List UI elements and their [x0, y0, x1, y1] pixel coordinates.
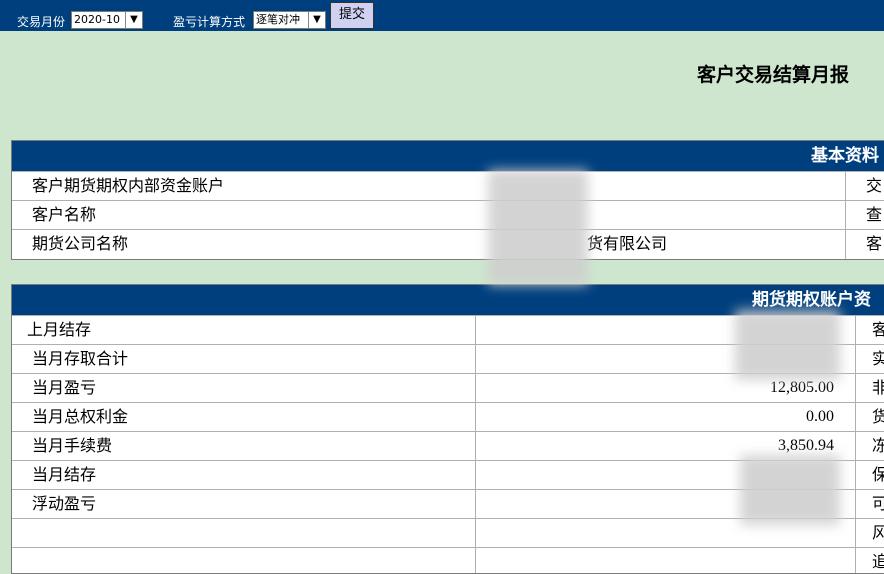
chevron-down-icon[interactable]: ▼ [125, 12, 142, 28]
row-right: 风 [872, 519, 884, 547]
table-row: 客户期货期权内部资金账户 交 [12, 171, 884, 201]
row-label: 浮动盈亏 [32, 494, 97, 513]
row-right: 保 [872, 461, 884, 489]
row-label: 上月结存 [27, 320, 92, 339]
redaction-blur [488, 170, 588, 285]
row-label: 客户名称 [32, 205, 97, 224]
row-right: 追 [872, 548, 884, 573]
method-select[interactable]: 逐笔对冲 ▼ [253, 11, 326, 29]
basic-info-table: 基本资料 客户期货期权内部资金账户 交 客户名称 查 期货公司名称 货有限公司 … [11, 140, 884, 260]
row-right: 冻 [872, 432, 884, 460]
month-label: 交易月份 [17, 15, 66, 29]
basic-info-title: 基本资料 [811, 146, 879, 166]
row-label: 客户期货期权内部资金账户 [32, 176, 225, 195]
row-value [482, 548, 834, 573]
month-value: 2020-10 [74, 13, 120, 26]
row-right: 实 [872, 345, 884, 373]
row-right: 客 [872, 316, 884, 344]
report-title: 客户交易结算月报 [697, 64, 850, 86]
method-value: 逐笔对冲 [256, 13, 300, 26]
table-row: 当月总权利金 0.00 货 [12, 402, 884, 432]
row-right: 客 [866, 234, 883, 253]
row-label: 当月盈亏 [32, 378, 97, 397]
toolbar: 交易月份 2020-10 ▼ 盈亏计算方式 逐笔对冲 ▼ 提交 [0, 0, 884, 31]
row-label: 期货公司名称 [32, 234, 129, 253]
row-right: 交 [866, 176, 883, 195]
submit-button[interactable]: 提交 [330, 2, 374, 29]
table-row: 追 [12, 547, 884, 573]
month-select[interactable]: 2020-10 ▼ [71, 11, 143, 29]
chevron-down-icon[interactable]: ▼ [308, 12, 325, 28]
row-right: 可 [872, 490, 884, 518]
redaction-blur [740, 455, 840, 525]
row-label: 当月结存 [32, 465, 97, 484]
table-row: 期货公司名称 货有限公司 客 [12, 229, 884, 259]
table-row: 客户名称 查 [12, 200, 884, 230]
row-value: 0.00 [806, 408, 834, 425]
row-value: 货有限公司 [587, 234, 668, 253]
basic-info-header: 基本资料 [12, 141, 884, 171]
row-right: 非 [872, 374, 884, 402]
row-right: 货 [872, 403, 884, 431]
row-right: 查 [866, 205, 883, 224]
redaction-blur [735, 310, 840, 380]
row-label: 当月手续费 [32, 436, 113, 455]
row-label: 当月总权利金 [32, 407, 129, 426]
row-label: 当月存取合计 [32, 349, 129, 368]
method-label: 盈亏计算方式 [173, 15, 246, 29]
